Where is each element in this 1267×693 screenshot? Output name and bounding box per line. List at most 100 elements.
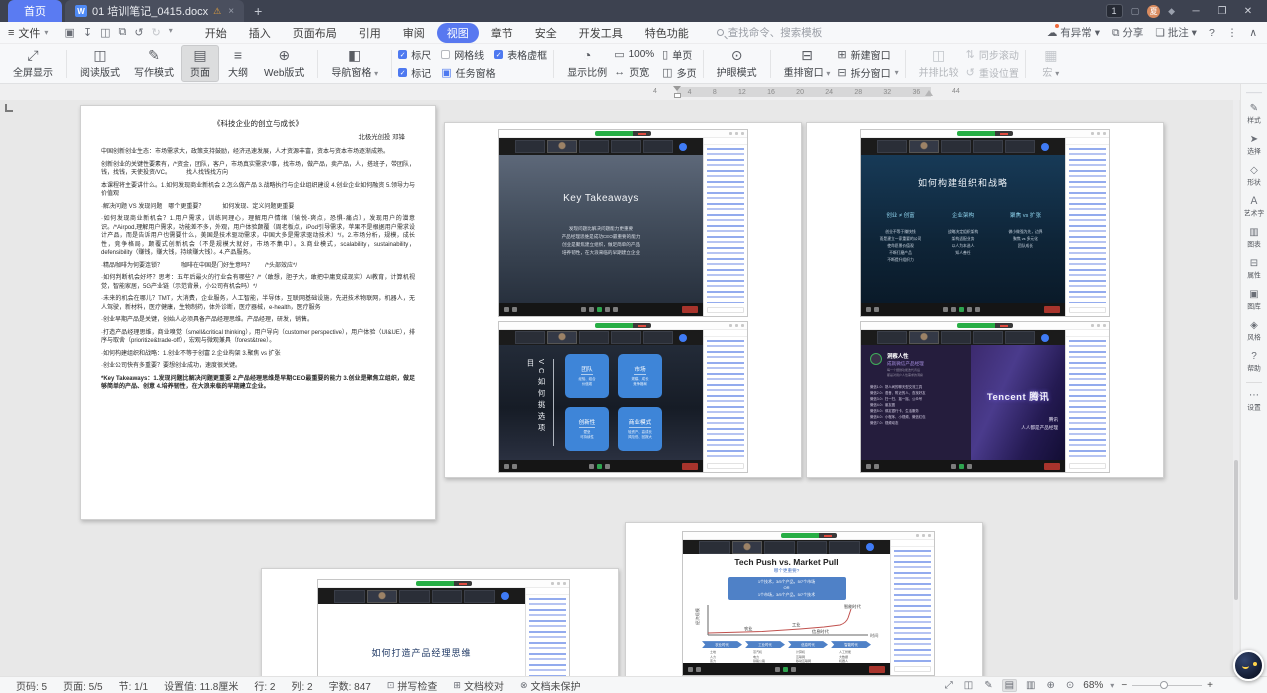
close-tab-icon[interactable]: × — [228, 6, 234, 17]
gridlines-checkbox[interactable]: 网格线 — [441, 47, 484, 62]
menu-security[interactable]: 安全 — [525, 23, 567, 43]
status-column[interactable]: 列: 2 — [283, 678, 320, 693]
web-view-icon[interactable]: ⊕ — [1045, 680, 1057, 691]
undo-icon[interactable]: ↺ — [134, 26, 143, 39]
sidebar-handle[interactable]: —— — [1246, 88, 1262, 97]
zoom-slider-track[interactable] — [1132, 685, 1202, 686]
fullscreen-button[interactable]: ⤢全屏显示 — [6, 46, 60, 81]
redo-icon[interactable]: ↻ — [152, 26, 161, 39]
zoom-dropdown-icon[interactable]: ▾ — [1110, 681, 1114, 690]
sidebar-item-wordart[interactable]: Ａ艺术字 — [1241, 193, 1267, 223]
file-menu[interactable]: ≡ 文件 ▾ — [0, 25, 56, 41]
page-width-button[interactable]: ↔页宽 — [614, 64, 654, 79]
read-layout-button[interactable]: ◫阅读版式 — [73, 46, 127, 81]
left-indent-marker[interactable] — [674, 93, 681, 98]
sidebar-item-gallery[interactable]: ▣图库 — [1241, 286, 1267, 316]
zoom-ratio-button[interactable]: ◔显示比例 — [560, 46, 614, 81]
first-line-indent-marker[interactable] — [673, 86, 681, 91]
horizontal-ruler[interactable]: 4 4 8 12 16 20 24 28 32 36 44 — [0, 84, 1240, 100]
menu-references[interactable]: 引用 — [349, 23, 391, 43]
split-window-button[interactable]: ⊟拆分窗口 ▾ — [837, 65, 898, 80]
right-indent-marker[interactable] — [925, 90, 933, 96]
skin-icon[interactable]: ▢ — [1131, 6, 1140, 17]
zoom-slider[interactable]: − + — [1121, 680, 1213, 691]
status-word-count[interactable]: 字数: 847 — [321, 678, 379, 693]
share-button[interactable]: ⧉ 分享 — [1112, 25, 1143, 40]
sidebar-item-settings[interactable]: ⋯设置 — [1241, 387, 1267, 417]
print-icon[interactable]: ◫ — [100, 26, 110, 39]
document-workspace[interactable]: 《科技企业的创立与成长》 北极光创投 邓锋 中国创新创业生态：市场需求大，政策支… — [0, 100, 1240, 676]
embedded-screenshot-tencent[interactable]: 洞察人性 成就微信产品经理 每一个细微功能迭代背后 都是对用户人性需求的洞察 微… — [860, 321, 1110, 473]
menu-page-layout[interactable]: 页面布局 — [283, 23, 347, 43]
table-border-checkbox[interactable]: ✓表格虚框 — [494, 47, 547, 62]
menu-review[interactable]: 审阅 — [393, 23, 435, 43]
menu-dev-tools[interactable]: 开发工具 — [569, 23, 633, 43]
read-view-icon[interactable]: ◫ — [962, 680, 975, 691]
page-view-button[interactable]: ▤页面 — [181, 45, 219, 82]
new-window-button[interactable]: ⊞新建窗口 — [837, 47, 898, 62]
preview-icon[interactable]: ⧉ — [118, 26, 126, 39]
sidebar-item-style[interactable]: ◈风格 — [1241, 317, 1267, 347]
eye-protect-button[interactable]: ⊙护眼模式 — [710, 46, 764, 81]
comment-button[interactable]: ❏ 批注 ▾ — [1155, 25, 1197, 40]
tab-stop-selector[interactable] — [5, 104, 13, 112]
zoom-level-value[interactable]: 68% — [1083, 680, 1103, 691]
more-icon[interactable]: ⋮ — [1227, 27, 1238, 39]
outline-view-button[interactable]: ≡大纲 — [219, 46, 257, 81]
status-page-number[interactable]: 页码: 5 — [8, 678, 55, 693]
status-setting-value[interactable]: 设置值: 11.8厘米 — [156, 678, 246, 693]
spell-check-button[interactable]: ⊡拼写检查 — [379, 678, 446, 693]
vertical-scrollbar[interactable] — [1233, 100, 1239, 676]
ruler-checkbox[interactable]: ✓标尺 — [398, 47, 431, 62]
task-pane-toggle[interactable]: ▣任务窗格 — [441, 65, 495, 80]
sidebar-item-help[interactable]: ?帮助 — [1241, 348, 1267, 378]
write-view-icon[interactable]: ✎ — [982, 680, 994, 691]
page-3[interactable]: 如何构建组织和战略 创业 ≠ 创富创业不等于赚快钱 而是建立一家重要的公司 使命… — [806, 122, 1164, 478]
page-1[interactable]: 《科技企业的创立与成长》 北极光创投 邓锋 中国创新创业生态：市场需求大，政策支… — [80, 105, 436, 520]
menu-section[interactable]: 章节 — [481, 23, 523, 43]
outline-view-icon[interactable]: ▥ — [1024, 680, 1037, 691]
nav-pane-button[interactable]: ◧导航窗格 ▾ — [324, 46, 385, 81]
multi-page-button[interactable]: ◫多页 — [662, 65, 696, 80]
eye-protect-icon[interactable]: ⊙ — [1064, 680, 1076, 691]
marks-checkbox[interactable]: ✓标记 — [398, 65, 431, 80]
qat-more-icon[interactable]: ▾ — [169, 26, 173, 39]
menu-view[interactable]: 视图 — [437, 23, 479, 43]
page-view-icon[interactable]: ▤ — [1002, 679, 1017, 692]
sidebar-item-shapes[interactable]: ◇形状 — [1241, 162, 1267, 192]
tab-document[interactable]: W 01 培训笔记_0415.docx ⚠ × — [65, 0, 244, 22]
menu-features[interactable]: 特色功能 — [635, 23, 699, 43]
protection-status[interactable]: ⊗文档未保护 — [512, 678, 589, 693]
zoom-slider-knob[interactable] — [1160, 681, 1168, 689]
sidebar-item-properties[interactable]: ⊟属性 — [1241, 255, 1267, 285]
collapse-ribbon-icon[interactable]: ∧ — [1249, 27, 1257, 39]
sidebar-item-select[interactable]: ➤选择 — [1241, 131, 1267, 161]
embedded-screenshot-key-takeaways[interactable]: Key Takeaways 发现问题比解决问题能力更重要 产品经理思维是成功CE… — [498, 129, 748, 317]
writing-mode-button[interactable]: ✎写作模式 — [127, 46, 181, 81]
web-layout-button[interactable]: ⊕Web版式 — [257, 46, 311, 81]
scrollbar-thumb[interactable] — [1234, 460, 1238, 600]
status-row[interactable]: 行: 2 — [246, 678, 283, 693]
proofread-button[interactable]: ⊞文档校对 — [445, 678, 512, 693]
zoom-out-icon[interactable]: − — [1121, 680, 1127, 691]
single-page-button[interactable]: ▯单页 — [662, 47, 696, 62]
embedded-screenshot-org-strategy[interactable]: 如何构建组织和战略 创业 ≠ 创富创业不等于赚快钱 而是建立一家重要的公司 使命… — [860, 129, 1110, 317]
wps-ai-assistant-button[interactable] — [1233, 650, 1264, 681]
embedded-screenshot-pm-mindset[interactable]: 如何打造产品经理思维 商业嗅觉 用户导向 用户体验 排序与取舍 宏观与微观兼具 — [317, 579, 570, 676]
menu-start[interactable]: 开始 — [195, 23, 237, 43]
zoom-in-icon[interactable]: + — [1207, 680, 1213, 691]
restore-button[interactable]: ❐ — [1209, 0, 1235, 22]
status-page-count[interactable]: 页面: 5/5 — [55, 678, 110, 693]
help-icon[interactable]: ? — [1209, 27, 1215, 39]
user-avatar[interactable]: 夏 — [1147, 5, 1160, 18]
zoom-100-button[interactable]: ▭100% — [614, 48, 654, 61]
member-icon[interactable]: ◆ — [1168, 6, 1175, 17]
window-count-badge[interactable]: 1 — [1106, 4, 1123, 18]
cloud-sync-status[interactable]: ☁ 有异常 ▾ — [1047, 25, 1100, 40]
page-5[interactable]: Tech Push vs. Market Pull 哪个更重要? 1个技术，3/… — [625, 522, 983, 676]
embedded-screenshot-vc-criteria[interactable]: VC如何挑选项目 团队经验、组合 价值观 市场规模、成长 竞争格局 创新性壁垒 … — [498, 321, 748, 473]
fullscreen-view-icon[interactable]: ⤢ — [943, 680, 955, 691]
save-icon[interactable]: ▣ — [64, 26, 74, 39]
menu-insert[interactable]: 插入 — [239, 23, 281, 43]
status-section[interactable]: 节: 1/1 — [111, 678, 156, 693]
